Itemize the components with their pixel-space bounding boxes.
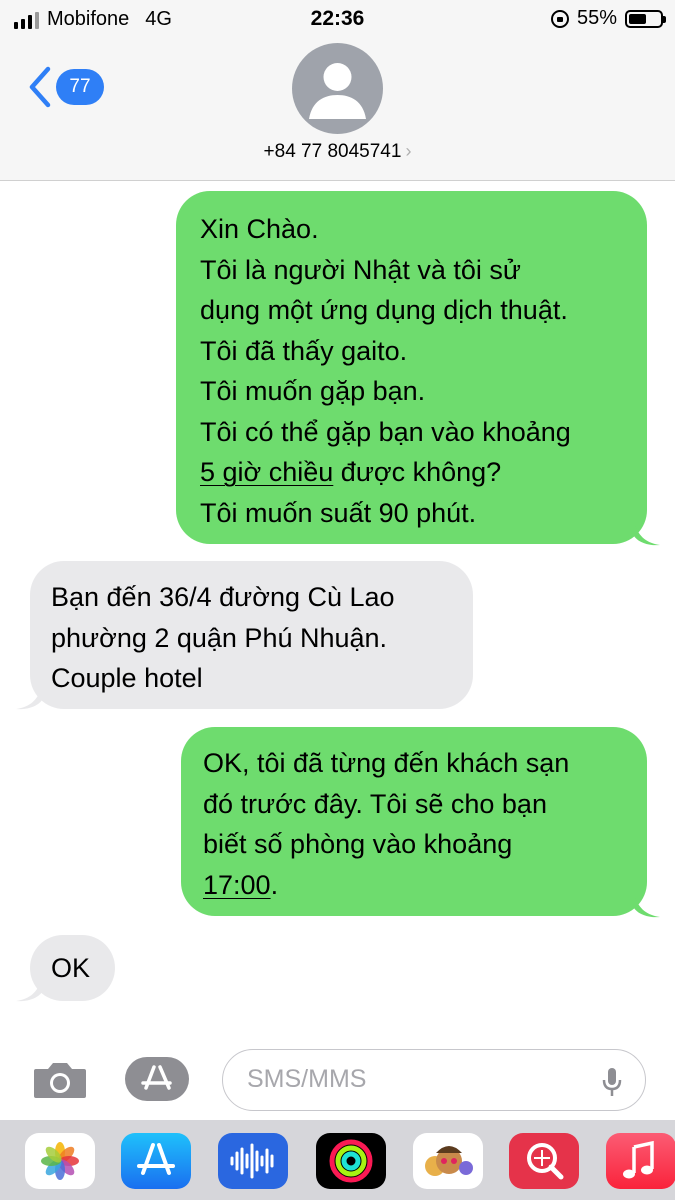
bubble-tail xyxy=(16,686,42,710)
message-line: Couple hotel xyxy=(51,663,203,693)
bubble-tail xyxy=(634,894,660,918)
bubble-tail xyxy=(16,978,42,1002)
message-bubble-received[interactable]: Bạn đến 36/4 đường Cù Lao phường 2 quận … xyxy=(30,561,473,709)
camera-icon[interactable] xyxy=(32,1060,88,1100)
orientation-lock-icon xyxy=(550,9,569,28)
music-app-icon[interactable] xyxy=(606,1133,675,1189)
message-line: OK, tôi đã từng đến khách sạn xyxy=(203,748,570,778)
bubble-tail xyxy=(634,522,660,546)
memoji-app-icon[interactable] xyxy=(413,1133,483,1189)
battery-icon xyxy=(625,9,666,28)
message-line: Tôi đã thấy gaito. xyxy=(200,335,408,366)
chevron-right-icon: › xyxy=(405,141,412,161)
search-app-icon[interactable] xyxy=(509,1133,579,1189)
contact-name[interactable]: +84 77 8045741 › xyxy=(0,141,675,163)
contact-avatar[interactable] xyxy=(292,43,383,134)
message-line: dụng một ứng dụng dịch thuật. xyxy=(200,295,568,325)
message-line: 5 giờ chiều được không? xyxy=(200,452,623,493)
message-input-placeholder: SMS/MMS xyxy=(247,1065,367,1093)
message-line: 17:00. xyxy=(203,865,625,906)
message-bubble-received[interactable]: OK xyxy=(30,935,115,1001)
message-line: Tôi muốn suất 90 phút. xyxy=(200,497,477,528)
message-text: . xyxy=(270,869,279,900)
message-line: Xin Chào. xyxy=(200,214,319,244)
message-line: Tôi muốn gặp bạn. xyxy=(200,376,426,406)
message-text: được không? xyxy=(333,457,502,487)
chevron-left-icon xyxy=(29,66,51,108)
back-button[interactable]: 77 xyxy=(28,66,104,108)
conversation-header: 77 +84 77 8045741 › xyxy=(0,38,675,181)
microphone-icon[interactable] xyxy=(601,1066,623,1098)
message-line: Bạn đến 36/4 đường Cù Lao xyxy=(51,582,395,612)
compose-bar: SMS/MMS xyxy=(0,1036,675,1120)
app-store-icon[interactable] xyxy=(124,1056,190,1102)
activity-app-icon[interactable] xyxy=(316,1133,386,1189)
battery-fill xyxy=(629,13,646,24)
contact-number: +84 77 8045741 xyxy=(263,141,402,162)
message-line: Tôi có thể gặp bạn vào khoảng xyxy=(200,416,571,447)
time-link[interactable]: 5 giờ chiều xyxy=(200,457,333,487)
message-line: OK xyxy=(51,953,91,983)
time-link[interactable]: 17:00 xyxy=(203,870,271,900)
app-drawer xyxy=(0,1120,675,1200)
message-bubble-sent[interactable]: OK, tôi đã từng đến khách sạn đó trước đ… xyxy=(181,727,647,916)
message-line: Tôi là người Nhật và tôi sử xyxy=(200,254,521,285)
person-icon xyxy=(309,63,366,119)
battery-percent: 55% xyxy=(576,7,617,29)
photos-app-icon[interactable] xyxy=(25,1133,95,1189)
message-input[interactable]: SMS/MMS xyxy=(222,1049,646,1111)
status-bar: Mobifone 4G 22:36 55% xyxy=(0,0,675,38)
message-line: đó trước đây. Tôi sẽ cho bạn xyxy=(203,788,547,819)
audio-app-icon[interactable] xyxy=(218,1133,288,1189)
battery-info: 55% xyxy=(550,7,666,30)
message-line: biết số phòng vào khoảng xyxy=(203,829,513,859)
message-bubble-sent[interactable]: Xin Chào. Tôi là người Nhật và tôi sử dụ… xyxy=(176,191,647,544)
app-store-app-icon[interactable] xyxy=(121,1133,191,1189)
unread-count-badge: 77 xyxy=(56,69,104,105)
message-line: phường 2 quận Phú Nhuận. xyxy=(51,622,388,653)
